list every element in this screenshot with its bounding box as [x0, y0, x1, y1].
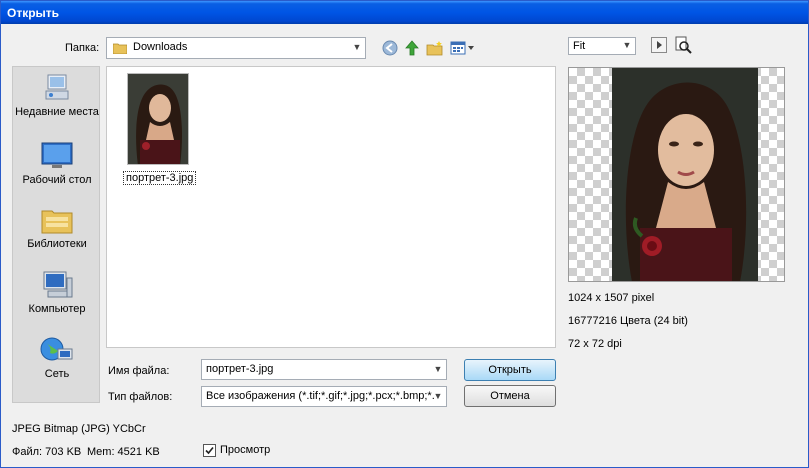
place-desktop[interactable]: Рабочий стол	[13, 141, 101, 187]
folder-icon	[112, 42, 128, 55]
computer-icon	[40, 270, 74, 300]
filetype-value: Все изображения (*.tif;*.gif;*.jpg;*.pcx…	[206, 390, 435, 402]
zoom-value: Fit	[573, 40, 586, 52]
play-button[interactable]	[651, 37, 667, 53]
image-preview	[568, 67, 785, 282]
file-item[interactable]: портрет-3.jpg	[123, 73, 197, 185]
chevron-down-icon[interactable]: ▼	[621, 39, 633, 51]
image-thumbnail	[127, 73, 189, 165]
chevron-down-icon[interactable]: ▼	[351, 41, 363, 53]
place-network[interactable]: Сеть	[13, 335, 101, 381]
zoom-preview-button[interactable]	[674, 36, 692, 54]
network-icon	[40, 335, 74, 365]
magnifier-icon	[675, 36, 692, 54]
place-libraries[interactable]: Библиотеки	[13, 205, 101, 251]
recent-places-icon	[40, 73, 74, 103]
title-bar[interactable]: Открыть	[1, 1, 808, 24]
cancel-button[interactable]: Отмена	[464, 385, 556, 407]
checkmark-icon	[205, 446, 214, 455]
filename-label: Имя файла:	[108, 365, 170, 377]
location-value: Downloads	[133, 41, 188, 53]
place-computer[interactable]: Компьютер	[13, 270, 101, 316]
open-button[interactable]: Открыть	[464, 359, 556, 381]
image-colors: 16777216 Цвета (24 bit)	[568, 315, 688, 327]
places-bar: Недавние места Рабочий стол Библиотеки К…	[12, 66, 100, 403]
chevron-down-icon[interactable]: ▼	[432, 363, 444, 375]
open-file-dialog: Открыть Папка: Downloads ▼ Недавние мест…	[0, 0, 809, 468]
back-button[interactable]	[381, 39, 399, 57]
file-format: JPEG Bitmap (JPG) YCbCr	[12, 423, 146, 435]
place-label: Рабочий стол	[22, 174, 92, 186]
place-recent[interactable]: Недавние места	[13, 73, 101, 119]
filetype-select[interactable]: Все изображения (*.tif;*.gif;*.jpg;*.pcx…	[201, 386, 447, 407]
up-arrow-icon	[405, 40, 419, 56]
chevron-down-icon[interactable]: ▼	[432, 390, 444, 402]
memory-size: Mem: 4521 KB	[87, 446, 160, 458]
image-dpi: 72 x 72 dpi	[568, 338, 622, 350]
new-folder-icon	[426, 41, 443, 56]
window-title: Открыть	[7, 6, 60, 20]
filetype-label: Тип файлов:	[108, 391, 173, 403]
place-label: Недавние места	[15, 106, 99, 118]
image-dimensions: 1024 x 1507 pixel	[568, 292, 655, 304]
location-label: Папка:	[65, 42, 100, 54]
place-label: Сеть	[44, 368, 70, 380]
view-grid-icon	[450, 41, 474, 55]
zoom-select[interactable]: Fit ▼	[568, 37, 636, 55]
place-label: Компьютер	[28, 303, 86, 315]
file-size: Файл: 703 KB	[12, 446, 82, 458]
view-menu-button[interactable]	[450, 39, 476, 57]
file-list[interactable]: портрет-3.jpg	[106, 66, 556, 348]
desktop-icon	[40, 141, 74, 171]
filename-value: портрет-3.jpg	[206, 363, 274, 375]
libraries-icon	[40, 205, 74, 235]
up-folder-button[interactable]	[403, 39, 421, 57]
preview-label: Просмотр	[220, 444, 271, 456]
location-combo[interactable]: Downloads ▼	[106, 37, 366, 59]
filename-input[interactable]: портрет-3.jpg ▼	[201, 359, 447, 380]
preview-checkbox[interactable]	[203, 444, 216, 457]
portrait-image	[612, 68, 758, 281]
back-arrow-icon	[382, 40, 398, 56]
place-label: Библиотеки	[27, 238, 87, 250]
play-icon	[657, 41, 662, 49]
file-name: портрет-3.jpg	[123, 171, 197, 185]
new-folder-button[interactable]	[426, 39, 444, 57]
